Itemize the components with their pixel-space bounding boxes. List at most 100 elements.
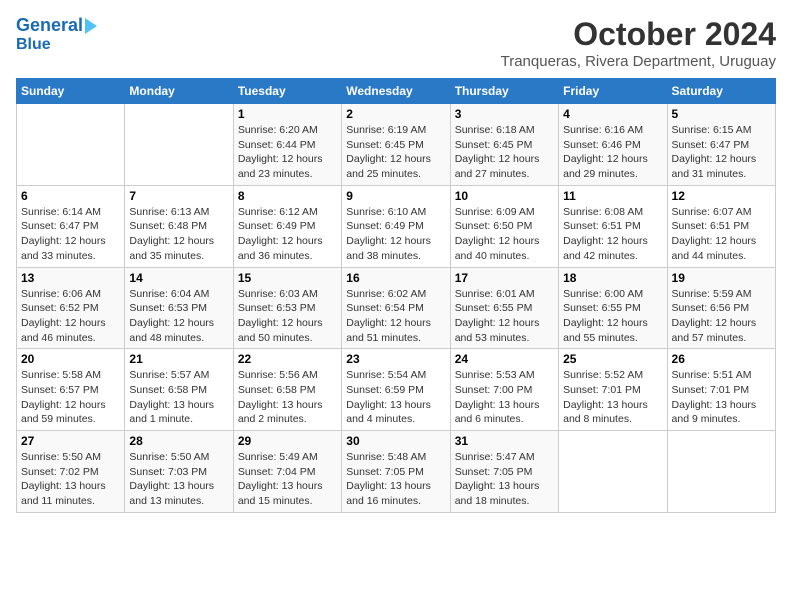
day-content: Sunrise: 5:58 AM Sunset: 6:57 PM Dayligh… <box>21 368 120 427</box>
day-content: Sunrise: 6:00 AM Sunset: 6:55 PM Dayligh… <box>563 287 662 346</box>
calendar-week-1: 1 Sunrise: 6:20 AM Sunset: 6:44 PM Daylig… <box>17 104 776 186</box>
day-number: 15 <box>238 271 337 285</box>
day-number: 26 <box>672 352 771 366</box>
day-content: Sunrise: 6:13 AM Sunset: 6:48 PM Dayligh… <box>129 205 228 264</box>
day-content: Sunrise: 6:20 AM Sunset: 6:44 PM Dayligh… <box>238 123 337 182</box>
calendar-cell: 19 Sunrise: 5:59 AM Sunset: 6:56 PM Dayli… <box>667 267 775 349</box>
day-content: Sunrise: 5:48 AM Sunset: 7:05 PM Dayligh… <box>346 450 445 509</box>
month-title: October 2024 <box>501 16 776 53</box>
day-content: Sunrise: 5:54 AM Sunset: 6:59 PM Dayligh… <box>346 368 445 427</box>
calendar-cell: 11 Sunrise: 6:08 AM Sunset: 6:51 PM Dayli… <box>559 185 667 267</box>
day-content: Sunrise: 5:51 AM Sunset: 7:01 PM Dayligh… <box>672 368 771 427</box>
day-content: Sunrise: 5:57 AM Sunset: 6:58 PM Dayligh… <box>129 368 228 427</box>
calendar-cell: 12 Sunrise: 6:07 AM Sunset: 6:51 PM Dayli… <box>667 185 775 267</box>
calendar-cell: 14Sunrise: 6:04 AM Sunset: 6:53 PM Dayli… <box>125 267 233 349</box>
day-content: Sunrise: 5:52 AM Sunset: 7:01 PM Dayligh… <box>563 368 662 427</box>
day-number: 13 <box>21 271 120 285</box>
calendar-cell: 8Sunrise: 6:12 AM Sunset: 6:49 PM Daylig… <box>233 185 341 267</box>
day-number: 11 <box>563 189 662 203</box>
day-number: 16 <box>346 271 445 285</box>
logo-blue: Blue <box>16 36 51 54</box>
day-content: Sunrise: 6:02 AM Sunset: 6:54 PM Dayligh… <box>346 287 445 346</box>
day-content: Sunrise: 6:01 AM Sunset: 6:55 PM Dayligh… <box>455 287 554 346</box>
day-content: Sunrise: 6:09 AM Sunset: 6:50 PM Dayligh… <box>455 205 554 264</box>
calendar-cell: 25 Sunrise: 5:52 AM Sunset: 7:01 PM Dayli… <box>559 349 667 431</box>
day-content: Sunrise: 5:53 AM Sunset: 7:00 PM Dayligh… <box>455 368 554 427</box>
calendar-cell: 10 Sunrise: 6:09 AM Sunset: 6:50 PM Dayli… <box>450 185 558 267</box>
weekday-header-sunday: Sunday <box>17 79 125 104</box>
calendar-cell: 13 Sunrise: 6:06 AM Sunset: 6:52 PM Dayli… <box>17 267 125 349</box>
day-content: Sunrise: 5:47 AM Sunset: 7:05 PM Dayligh… <box>455 450 554 509</box>
day-number: 2 <box>346 107 445 121</box>
calendar-cell: 27Sunrise: 5:50 AM Sunset: 7:02 PM Dayli… <box>17 431 125 513</box>
day-content: Sunrise: 6:07 AM Sunset: 6:51 PM Dayligh… <box>672 205 771 264</box>
weekday-header-saturday: Saturday <box>667 79 775 104</box>
day-content: Sunrise: 6:10 AM Sunset: 6:49 PM Dayligh… <box>346 205 445 264</box>
calendar-cell: 30 Sunrise: 5:48 AM Sunset: 7:05 PM Dayli… <box>342 431 450 513</box>
day-content: Sunrise: 6:03 AM Sunset: 6:53 PM Dayligh… <box>238 287 337 346</box>
day-number: 25 <box>563 352 662 366</box>
day-number: 9 <box>346 189 445 203</box>
weekday-header-monday: Monday <box>125 79 233 104</box>
calendar-week-2: 6 Sunrise: 6:14 AM Sunset: 6:47 PM Daylig… <box>17 185 776 267</box>
day-number: 31 <box>455 434 554 448</box>
day-content: Sunrise: 6:04 AM Sunset: 6:53 PM Dayligh… <box>129 287 228 346</box>
day-content: Sunrise: 5:59 AM Sunset: 6:56 PM Dayligh… <box>672 287 771 346</box>
weekday-header-tuesday: Tuesday <box>233 79 341 104</box>
calendar-cell: 23 Sunrise: 5:54 AM Sunset: 6:59 PM Dayli… <box>342 349 450 431</box>
day-number: 7 <box>129 189 228 203</box>
day-number: 20 <box>21 352 120 366</box>
day-number: 28 <box>129 434 228 448</box>
calendar-body: 1 Sunrise: 6:20 AM Sunset: 6:44 PM Daylig… <box>17 104 776 513</box>
calendar-cell: 24 Sunrise: 5:53 AM Sunset: 7:00 PM Dayli… <box>450 349 558 431</box>
calendar-cell: 22Sunrise: 5:56 AM Sunset: 6:58 PM Dayli… <box>233 349 341 431</box>
weekday-header-thursday: Thursday <box>450 79 558 104</box>
day-content: Sunrise: 6:12 AM Sunset: 6:49 PM Dayligh… <box>238 205 337 264</box>
calendar-cell: 21 Sunrise: 5:57 AM Sunset: 6:58 PM Dayli… <box>125 349 233 431</box>
day-content: Sunrise: 6:08 AM Sunset: 6:51 PM Dayligh… <box>563 205 662 264</box>
calendar-cell: 17 Sunrise: 6:01 AM Sunset: 6:55 PM Dayli… <box>450 267 558 349</box>
logo-general: General <box>16 16 83 36</box>
day-number: 24 <box>455 352 554 366</box>
calendar-cell: 2Sunrise: 6:19 AM Sunset: 6:45 PM Daylig… <box>342 104 450 186</box>
day-number: 17 <box>455 271 554 285</box>
day-number: 4 <box>563 107 662 121</box>
day-content: Sunrise: 6:15 AM Sunset: 6:47 PM Dayligh… <box>672 123 771 182</box>
calendar-cell: 6 Sunrise: 6:14 AM Sunset: 6:47 PM Daylig… <box>17 185 125 267</box>
day-number: 29 <box>238 434 337 448</box>
calendar-cell <box>17 104 125 186</box>
calendar-week-5: 27Sunrise: 5:50 AM Sunset: 7:02 PM Dayli… <box>17 431 776 513</box>
calendar-cell: 31 Sunrise: 5:47 AM Sunset: 7:05 PM Dayli… <box>450 431 558 513</box>
logo-arrow-icon <box>85 18 97 34</box>
calendar-cell: 26 Sunrise: 5:51 AM Sunset: 7:01 PM Dayli… <box>667 349 775 431</box>
calendar-cell <box>125 104 233 186</box>
page-header: General Blue October 2024 Tranqueras, Ri… <box>16 16 776 70</box>
day-number: 12 <box>672 189 771 203</box>
logo: General Blue <box>16 16 97 53</box>
day-number: 18 <box>563 271 662 285</box>
day-number: 6 <box>21 189 120 203</box>
day-number: 19 <box>672 271 771 285</box>
calendar-cell: 3Sunrise: 6:18 AM Sunset: 6:45 PM Daylig… <box>450 104 558 186</box>
title-block: October 2024 Tranqueras, Rivera Departme… <box>501 16 776 70</box>
calendar-cell: 4Sunrise: 6:16 AM Sunset: 6:46 PM Daylig… <box>559 104 667 186</box>
day-number: 23 <box>346 352 445 366</box>
calendar-table: SundayMondayTuesdayWednesdayThursdayFrid… <box>16 78 776 513</box>
calendar-week-4: 20 Sunrise: 5:58 AM Sunset: 6:57 PM Dayli… <box>17 349 776 431</box>
calendar-cell: 1 Sunrise: 6:20 AM Sunset: 6:44 PM Daylig… <box>233 104 341 186</box>
day-number: 22 <box>238 352 337 366</box>
day-number: 10 <box>455 189 554 203</box>
calendar-cell: 29Sunrise: 5:49 AM Sunset: 7:04 PM Dayli… <box>233 431 341 513</box>
day-number: 3 <box>455 107 554 121</box>
day-content: Sunrise: 6:14 AM Sunset: 6:47 PM Dayligh… <box>21 205 120 264</box>
calendar-cell: 7 Sunrise: 6:13 AM Sunset: 6:48 PM Daylig… <box>125 185 233 267</box>
day-content: Sunrise: 6:06 AM Sunset: 6:52 PM Dayligh… <box>21 287 120 346</box>
calendar-cell: 5Sunrise: 6:15 AM Sunset: 6:47 PM Daylig… <box>667 104 775 186</box>
weekday-header-friday: Friday <box>559 79 667 104</box>
day-number: 30 <box>346 434 445 448</box>
day-number: 21 <box>129 352 228 366</box>
calendar-cell: 9 Sunrise: 6:10 AM Sunset: 6:49 PM Daylig… <box>342 185 450 267</box>
calendar-cell: 15 Sunrise: 6:03 AM Sunset: 6:53 PM Dayli… <box>233 267 341 349</box>
day-number: 1 <box>238 107 337 121</box>
weekday-header-wednesday: Wednesday <box>342 79 450 104</box>
